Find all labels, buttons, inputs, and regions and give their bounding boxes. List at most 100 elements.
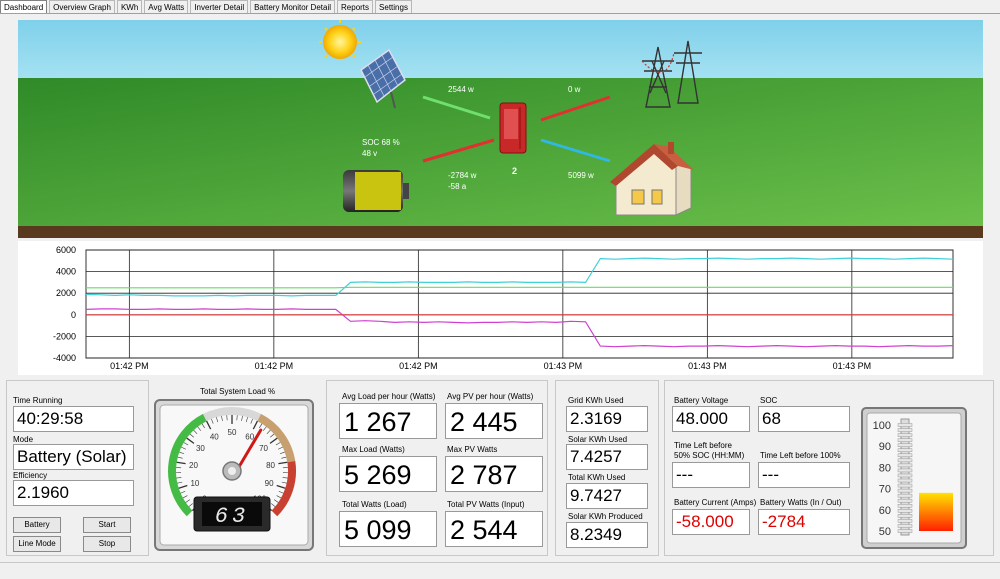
- soc-slider-segment: [897, 524, 913, 528]
- tab-overview-graph[interactable]: Overview Graph: [49, 0, 115, 13]
- soc-slider-segment: [897, 433, 913, 437]
- soc-slider-segment: [897, 468, 913, 473]
- gauge-tick-label: 90: [265, 479, 274, 488]
- avg-load-field: 1 267: [339, 403, 437, 439]
- gauge-tick-label: 70: [259, 444, 268, 453]
- soc-slider-segment: [897, 488, 913, 493]
- battery-panel: Battery Voltage 48.000 SOC 68 Time Left …: [664, 380, 994, 556]
- tab-reports[interactable]: Reports: [337, 0, 374, 13]
- battery-watts-label: Battery Watts (In / Out): [760, 498, 842, 507]
- energy-flow-scene: 2 2544 w 0 w SOC 68 % 48 v -2784 w -58 a…: [18, 20, 983, 238]
- gauge-tick-label: 50: [228, 428, 237, 437]
- soc-slider-segment: [897, 473, 913, 478]
- power-history-chart: 6000 4000 2000 0 -2000 -4000 01:42 PM 01:42 PM 0…: [18, 241, 983, 375]
- stats-area: Time Running 40:29:58 Mode Battery (Sola…: [0, 380, 1000, 559]
- chart-plot-area: [85, 249, 954, 359]
- chart-x-tick-label: 01:42 PM: [110, 361, 149, 371]
- max-load-field: 5 269: [339, 456, 437, 492]
- grid-kwh-field: 2.3169: [566, 406, 648, 432]
- soc-slider-segment: [897, 493, 913, 498]
- soc-level-meter: 100 90 80 70 60 50: [861, 407, 967, 549]
- gauge-tick-label: 10: [190, 479, 199, 488]
- soc-slider-segment: [897, 453, 913, 458]
- chart-svg: 6000 4000 2000 0 -2000 -4000 01:42 PM 01:42 PM 0…: [53, 245, 954, 371]
- avg-pv-field: 2 445: [445, 403, 543, 439]
- efficiency-field: 2.1960: [13, 480, 134, 506]
- soc-slider-segment: [897, 423, 913, 427]
- efficiency-label: Efficiency: [13, 471, 48, 480]
- line-mode-button[interactable]: Line Mode: [13, 536, 61, 552]
- solar-kwh-label: Solar KWh Used: [568, 435, 628, 444]
- time-running-label: Time Running: [13, 396, 63, 405]
- mode-label: Mode: [13, 435, 34, 444]
- mode-field: Battery (Solar): [13, 444, 134, 470]
- soc-slider-segment: [897, 514, 913, 518]
- chart-y-tick-label: 2000: [56, 288, 76, 298]
- produced-kwh-field: 8.2349: [566, 522, 648, 548]
- soc-field: 68: [758, 406, 850, 432]
- load-gauge-panel: Total System Load % 01020304050607080901…: [150, 380, 320, 556]
- time-left-50-label-line1: Time Left before: [674, 441, 732, 450]
- pv-flow-label: 2544 w: [448, 85, 474, 94]
- inverter-icon: [499, 102, 527, 154]
- chart-y-tick-label: 6000: [56, 245, 76, 255]
- time-left-50-field: ---: [672, 462, 750, 488]
- produced-kwh-label: Solar KWh Produced: [568, 512, 643, 521]
- gauge-digital-readout: 63: [215, 504, 249, 529]
- chart-series-line-1: [86, 286, 953, 289]
- chart-y-tick-label: 0: [71, 310, 76, 320]
- gauge-hub-center: [228, 467, 236, 475]
- soc-tick-label: 80: [879, 462, 891, 474]
- gauge-tick-label: 30: [196, 444, 205, 453]
- battery-button[interactable]: Battery: [13, 517, 61, 533]
- chart-x-tick-label: 01:43 PM: [544, 361, 583, 371]
- chart-x-tick-label: 01:42 PM: [399, 361, 438, 371]
- battery-voltage-field: 48.000: [672, 406, 750, 432]
- chart-y-tick-label: -4000: [53, 353, 76, 363]
- gauge-tick-label: 80: [266, 461, 275, 470]
- total-pv-label: Total PV Watts (Input): [447, 500, 525, 509]
- soc-label: SOC 68 %: [362, 138, 400, 147]
- battery-current-field: -58.000: [672, 509, 750, 535]
- tab-kwh[interactable]: KWh: [116, 0, 143, 13]
- soc-slider-segment: [897, 519, 913, 523]
- soc-tick-label: 100: [873, 420, 891, 432]
- soc-slider-segment: [897, 478, 913, 483]
- chart-x-tick-label: 01:42 PM: [255, 361, 294, 371]
- battery-current-label: Battery Current (Amps): [674, 498, 757, 507]
- total-watts-label: Total Watts (Load): [342, 500, 407, 509]
- tab-inverter-detail[interactable]: Inverter Detail: [190, 0, 249, 13]
- soc-label: SOC: [760, 396, 778, 405]
- stop-button[interactable]: Stop: [83, 536, 131, 552]
- soc-tick-label: 70: [879, 484, 891, 496]
- grid-kwh-label: Grid KWh Used: [568, 396, 624, 405]
- soc-slider-segment: [897, 529, 913, 533]
- kwh-panel: Grid KWh Used 2.3169 Solar KWh Used 7.42…: [555, 380, 659, 556]
- tab-avg-watts[interactable]: Avg Watts: [144, 0, 189, 13]
- battery-flow-amps: -58 a: [448, 182, 467, 191]
- scene-graphic: 2 2544 w 0 w SOC 68 % 48 v -2784 w -58 a…: [18, 20, 983, 238]
- total-pv-field: 2 544: [445, 511, 543, 547]
- battery-voltage-label: Battery Voltage: [674, 396, 729, 405]
- max-load-label: Max Load (Watts): [342, 445, 405, 454]
- soc-slider-segment: [897, 509, 913, 513]
- battery-flow-watts: -2784 w: [448, 171, 477, 180]
- soc-slider-segment: [897, 504, 913, 508]
- max-pv-label: Max PV Watts: [447, 445, 498, 454]
- load-pv-panel: Avg Load per hour (Watts) 1 267 Avg PV p…: [326, 380, 548, 556]
- battery-voltage-label: 48 v: [362, 149, 377, 158]
- total-kwh-label: Total KWh Used: [568, 473, 626, 482]
- tab-dashboard[interactable]: Dashboard: [0, 0, 48, 13]
- soc-slider-segment: [897, 463, 913, 468]
- load-flow-label: 5099 w: [568, 171, 594, 180]
- soc-slider-segment: [897, 458, 913, 463]
- tab-battery-monitor-detail[interactable]: Battery Monitor Detail: [250, 0, 336, 13]
- load-gauge: 0102030405060708090100 63: [154, 399, 314, 551]
- tab-bar: Dashboard Overview Graph KWh Avg Watts I…: [0, 0, 1000, 14]
- soc-level-fill: [919, 492, 953, 531]
- tab-settings[interactable]: Settings: [375, 0, 412, 13]
- gauge-title: Total System Load %: [200, 387, 276, 396]
- inverter-number: 2: [512, 166, 517, 176]
- battery-watts-field: -2784: [758, 509, 850, 535]
- start-button[interactable]: Start: [83, 517, 131, 533]
